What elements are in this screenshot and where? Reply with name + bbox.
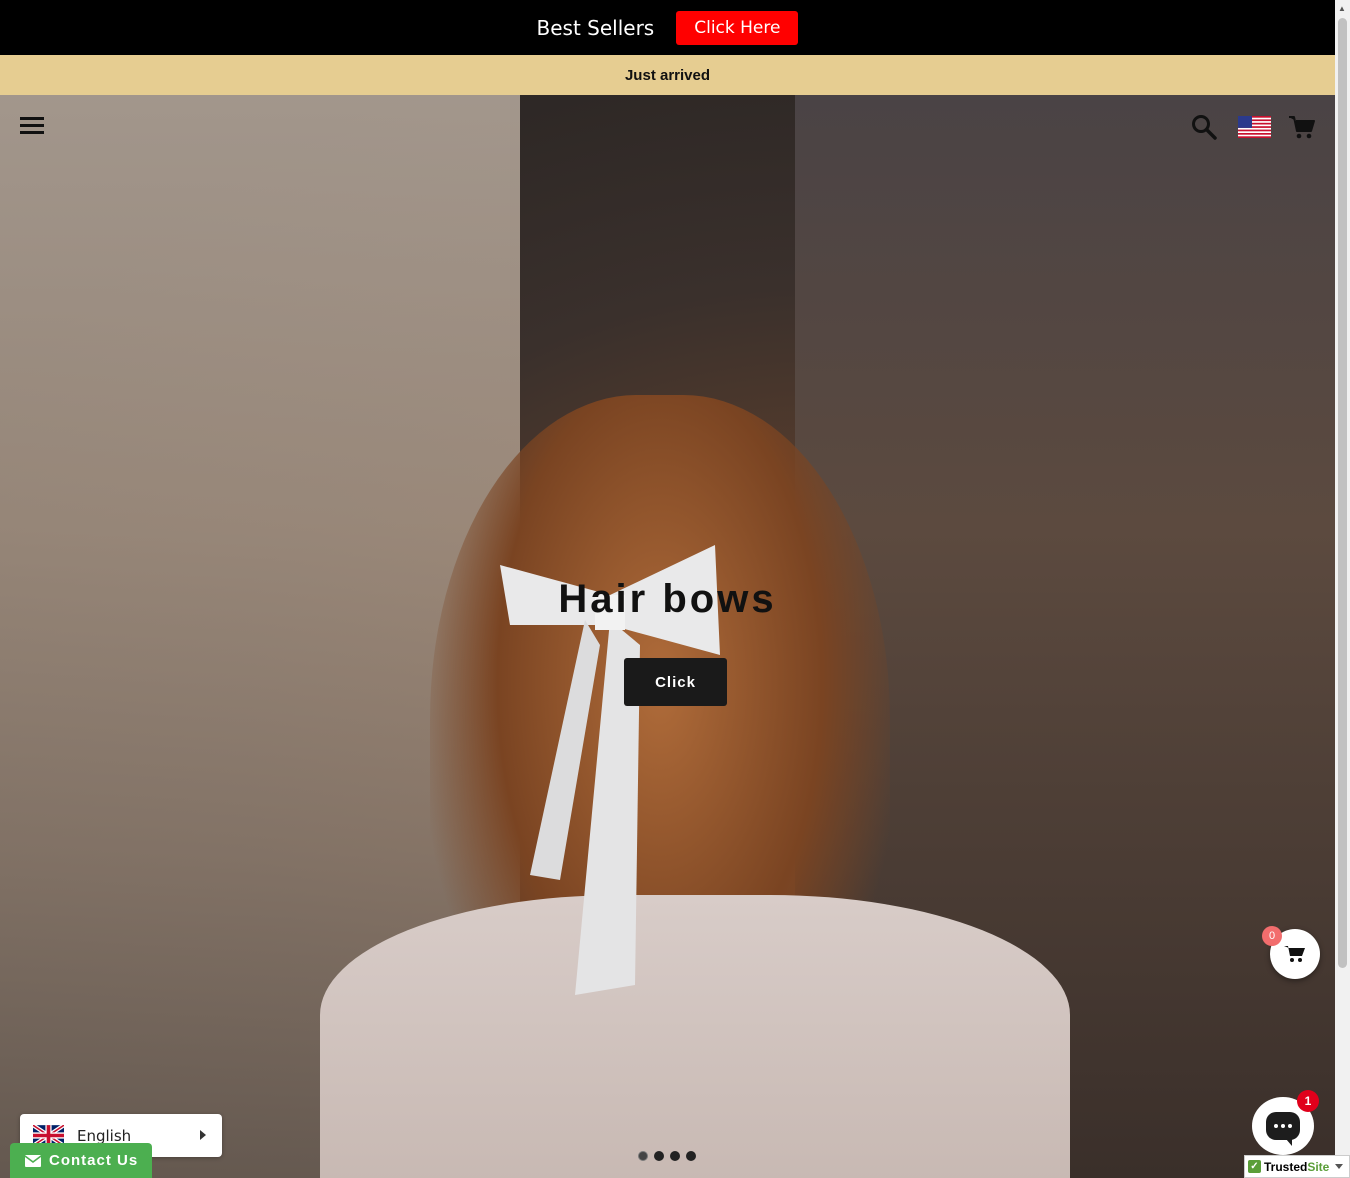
scrollbar-thumb[interactable] [1338, 18, 1347, 968]
site-label: Site [1307, 1159, 1330, 1174]
dropdown-icon [1335, 1164, 1344, 1169]
contact-us-button[interactable]: Contact Us [10, 1143, 152, 1178]
scrollbar[interactable]: ▲ ▼ [1335, 0, 1350, 1178]
promo-button[interactable]: Click Here [676, 10, 799, 45]
hero-slideshow: Hair bows Click [0, 95, 1335, 1178]
cart-count-badge: 0 [1262, 926, 1282, 946]
announcement-text: Just arrived [624, 66, 711, 84]
promo-text: Best Sellers [536, 15, 655, 40]
chat-icon [1266, 1112, 1300, 1146]
search-icon[interactable] [1190, 113, 1218, 141]
slide-dot[interactable] [654, 1151, 664, 1161]
scroll-up-icon[interactable]: ▲ [1338, 4, 1346, 13]
trusted-label: Trusted [1264, 1159, 1308, 1174]
contact-us-label: Contact Us [49, 1152, 139, 1169]
cart-icon[interactable] [1288, 113, 1316, 141]
slide-dot[interactable] [638, 1151, 648, 1161]
site-header [0, 95, 1335, 160]
envelope-icon [25, 1154, 41, 1167]
announcement-bar: Just arrived [0, 55, 1335, 95]
language-label: English [77, 1126, 132, 1145]
promo-bar: Best Sellers Click Here [0, 0, 1335, 55]
caret-right-icon [200, 1130, 206, 1140]
hero-title: Hair bows [558, 577, 777, 621]
check-icon: ✓ [1248, 1160, 1261, 1173]
slide-dots [638, 1151, 696, 1161]
trustedsite-badge[interactable]: ✓ Trusted Site [1244, 1155, 1350, 1178]
hero-button[interactable]: Click [624, 658, 727, 706]
slide-dot[interactable] [686, 1151, 696, 1161]
cart-icon [1284, 946, 1305, 962]
menu-icon[interactable] [20, 117, 44, 135]
slide-dot[interactable] [670, 1151, 680, 1161]
us-flag-icon[interactable] [1238, 116, 1271, 138]
chat-badge: 1 [1297, 1090, 1319, 1112]
